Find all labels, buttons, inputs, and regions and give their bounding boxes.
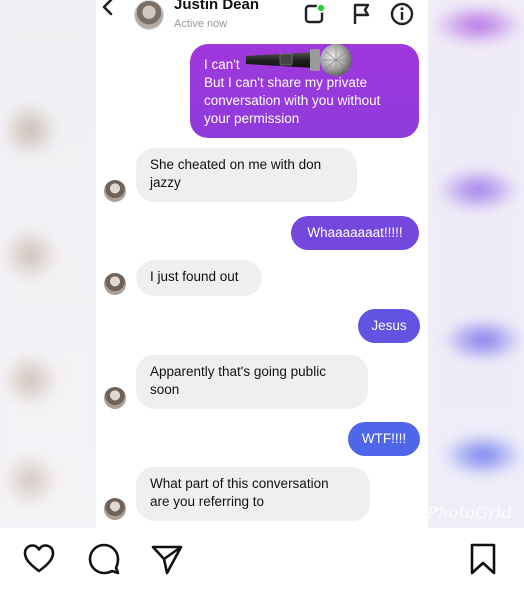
message-bubble-incoming[interactable]: What part of this conversation are you r… bbox=[136, 467, 370, 521]
microphone-sticker bbox=[244, 42, 354, 78]
message-line: WTF!!!! bbox=[361, 431, 407, 446]
contact-status: Active now bbox=[174, 18, 228, 30]
message-line: jazzy bbox=[150, 175, 181, 190]
contact-name[interactable]: Justin Dean bbox=[174, 0, 259, 13]
bookmark-icon[interactable] bbox=[466, 542, 500, 576]
message-line: Whaaaaaaat!!!!! bbox=[307, 225, 403, 240]
info-icon[interactable] bbox=[390, 2, 414, 26]
message-line: conversation with you without bbox=[204, 93, 381, 108]
message-line: your permission bbox=[204, 111, 300, 126]
message-bubble-outgoing[interactable]: Whaaaaaaat!!!!! bbox=[291, 216, 419, 250]
message-line: Jesus bbox=[371, 318, 407, 333]
post-action-bar bbox=[0, 528, 524, 591]
chat-screen: Justin Dean Active now I can't But I can… bbox=[96, 0, 428, 528]
blurred-background-left bbox=[0, 0, 96, 528]
message-bubble-incoming[interactable]: I just found out bbox=[136, 260, 262, 296]
message-bubble-incoming[interactable]: Apparently that's going public soon bbox=[136, 355, 368, 409]
comment-icon[interactable] bbox=[87, 542, 121, 576]
back-chevron-icon[interactable] bbox=[100, 0, 116, 18]
heart-icon[interactable] bbox=[22, 542, 56, 576]
message-bubble-outgoing[interactable]: WTF!!!! bbox=[348, 422, 420, 456]
message-line: I just found out bbox=[150, 269, 239, 284]
message-bubble-incoming[interactable]: She cheated on me with don jazzy bbox=[136, 148, 357, 202]
message-line: soon bbox=[150, 382, 180, 397]
message-line: She cheated on me with don bbox=[150, 157, 322, 172]
share-icon[interactable] bbox=[150, 542, 184, 576]
contact-avatar-small[interactable] bbox=[104, 273, 126, 295]
message-bubble-outgoing[interactable]: Jesus bbox=[358, 309, 420, 343]
message-line: Apparently that's going public bbox=[150, 364, 326, 379]
photogrid-watermark: PhotoGrid bbox=[427, 503, 513, 522]
contact-avatar-small[interactable] bbox=[104, 387, 126, 409]
chat-header: Justin Dean Active now bbox=[96, 0, 428, 30]
message-line: What part of this conversation bbox=[150, 476, 329, 491]
video-call-icon[interactable] bbox=[303, 2, 327, 26]
message-line: are you referring to bbox=[150, 494, 265, 509]
contact-avatar-small[interactable] bbox=[104, 180, 126, 202]
contact-avatar-small[interactable] bbox=[104, 498, 126, 520]
screenshot-frame: Justin Dean Active now I can't But I can… bbox=[0, 0, 524, 528]
blurred-background-right bbox=[428, 0, 524, 528]
contact-avatar[interactable] bbox=[134, 0, 164, 30]
flag-icon[interactable] bbox=[350, 2, 374, 26]
